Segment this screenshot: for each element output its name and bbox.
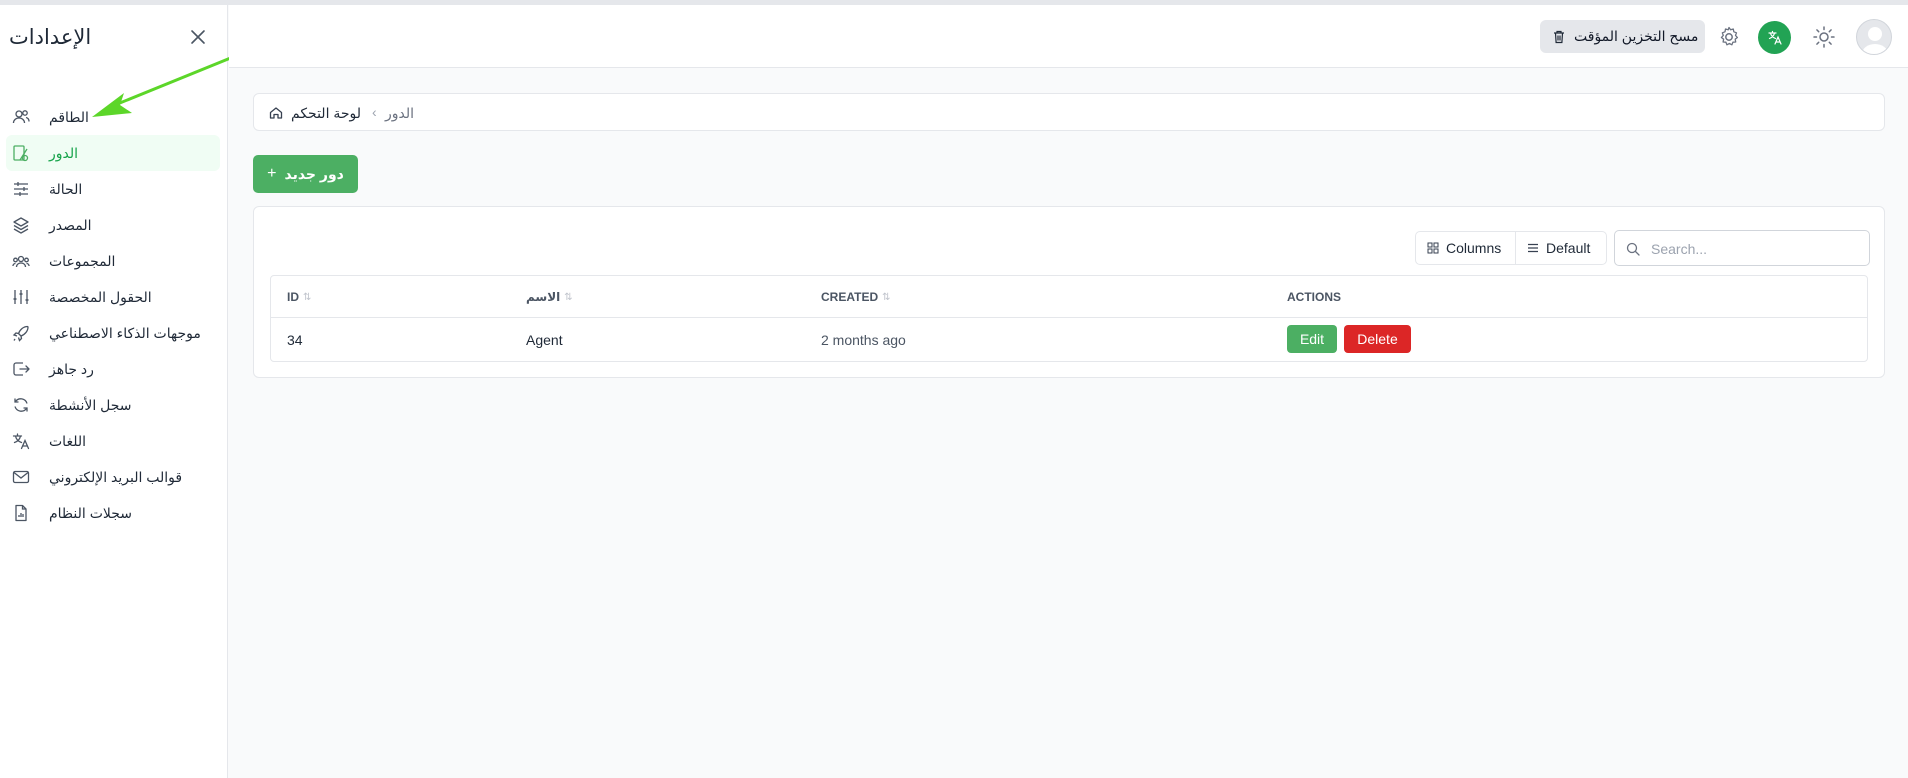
density-default-button[interactable]: Default <box>1515 231 1607 265</box>
delete-button[interactable]: Delete <box>1344 325 1411 353</box>
default-label: Default <box>1546 240 1591 256</box>
new-role-button[interactable]: + دور جديد <box>253 155 358 193</box>
table-header: ID ⇅ الاسم ⇅ CREATED ⇅ ACTIONS <box>271 276 1867 318</box>
clear-cache-label: مسح التخزين المؤقت <box>1574 28 1699 44</box>
search-input[interactable] <box>1651 239 1861 259</box>
column-header-name-label: الاسم <box>526 290 561 304</box>
sort-icon: ⇅ <box>303 291 312 303</box>
sidebar-item-label: اللغات <box>49 433 86 449</box>
sidebar-item-label: رد جاهز <box>49 361 94 377</box>
columns-label: Columns <box>1446 240 1502 256</box>
chevron-right-icon: ‹ <box>372 104 377 120</box>
column-header-actions-label: ACTIONS <box>1287 290 1341 304</box>
sidebar-item-label: موجهات الذكاء الاصطناعي <box>49 325 201 341</box>
clear-cache-button[interactable]: مسح التخزين المؤقت <box>1540 20 1705 53</box>
search-box <box>1614 230 1870 266</box>
settings-sidebar: الإعدادات الطاقم الدور الحالة المصدر المجموع… <box>0 5 228 778</box>
roles-card: Columns Default ID⇅ الاسم⇅ CREATED⇅ ACTI… <box>253 206 1885 378</box>
column-header-id[interactable]: ID ⇅ <box>287 290 311 304</box>
group-icon <box>12 255 30 268</box>
sidebar-item[interactable]: سجلات النظام <box>6 495 220 531</box>
avatar[interactable] <box>1856 19 1892 55</box>
adjustments-icon <box>13 290 29 304</box>
home-icon[interactable] <box>268 105 284 121</box>
sidebar-item[interactable]: سجل الأنشطة <box>6 387 220 423</box>
file-icon <box>15 504 27 522</box>
sidebar-item-label: المجموعات <box>49 253 116 269</box>
column-header-actions: ACTIONS <box>1287 290 1341 304</box>
sidebar-item[interactable]: رد جاهز <box>6 351 220 387</box>
topbar: مسح التخزين المؤقت <box>229 5 1908 68</box>
trash-icon <box>1554 30 1564 43</box>
role-icon <box>13 145 29 162</box>
breadcrumb-current: الدور <box>385 105 415 121</box>
sidebar-nav: الطاقم الدور الحالة المصدر المجموعات الحقول ا… <box>6 99 220 531</box>
grid-icon <box>1427 242 1439 254</box>
table-row: 34 Agent 2 months ago Edit Delete <box>271 318 1867 361</box>
sidebar-item-label: سجلات النظام <box>49 505 132 521</box>
search-icon <box>1626 242 1640 256</box>
cell-name: Agent <box>526 332 563 348</box>
columns-button[interactable]: Columns <box>1415 231 1516 265</box>
plus-icon: + <box>267 165 277 182</box>
sidebar-item[interactable]: المصدر <box>6 207 220 243</box>
close-icon[interactable] <box>188 27 208 47</box>
sidebar-item[interactable]: الطاقم <box>6 99 220 135</box>
sliders-icon <box>14 182 28 196</box>
breadcrumb-dashboard-link[interactable]: لوحة التحكم <box>291 105 361 122</box>
sidebar-item-label: الطاقم <box>49 109 89 125</box>
column-header-name[interactable]: الاسم ⇅ <box>526 290 573 304</box>
cell-created: 2 months ago <box>821 332 906 348</box>
translate-icon <box>12 433 30 450</box>
column-header-id-label: ID <box>287 290 299 304</box>
new-role-label: دور جديد <box>284 165 344 182</box>
roles-table: ID ⇅ الاسم ⇅ CREATED ⇅ ACTIONS 34 Agent 2 m… <box>270 275 1868 362</box>
sidebar-item-label: الحقول المخصصة <box>49 289 152 305</box>
sidebar-item-label: المصدر <box>49 217 92 233</box>
sidebar-item-label: قوالب البريد الإلكتروني <box>49 469 183 485</box>
cell-id: 34 <box>287 332 303 348</box>
reply-icon <box>13 362 30 376</box>
refresh-icon <box>14 398 28 412</box>
sidebar-item[interactable]: قوالب البريد الإلكتروني <box>6 459 220 495</box>
sidebar-item[interactable]: المجموعات <box>6 243 220 279</box>
breadcrumb: لوحة التحكم ‹ الدور <box>253 93 1885 131</box>
column-header-created[interactable]: CREATED ⇅ <box>821 290 891 304</box>
sort-icon: ⇅ <box>564 291 573 303</box>
layers-icon <box>13 217 29 234</box>
translate-icon <box>1767 30 1782 45</box>
sidebar-item[interactable]: اللغات <box>6 423 220 459</box>
menu-icon <box>1528 243 1538 253</box>
sidebar-header: الإعدادات <box>0 5 228 69</box>
gear-icon[interactable] <box>1717 25 1741 49</box>
sidebar-item-label: الدور <box>49 145 79 161</box>
edit-button[interactable]: Edit <box>1287 325 1337 353</box>
sidebar-item-label: الحالة <box>49 181 83 197</box>
sidebar-item[interactable]: الدور <box>6 135 220 171</box>
rocket-icon <box>12 325 29 342</box>
mail-icon <box>12 470 30 484</box>
sidebar-item-label: سجل الأنشطة <box>49 397 132 413</box>
language-button[interactable] <box>1758 21 1791 54</box>
users-icon <box>12 110 30 124</box>
sidebar-title: الإعدادات <box>9 26 92 49</box>
sun-icon[interactable] <box>1812 25 1836 49</box>
sort-icon: ⇅ <box>882 291 891 303</box>
sidebar-item[interactable]: الحالة <box>6 171 220 207</box>
sidebar-item[interactable]: موجهات الذكاء الاصطناعي <box>6 315 220 351</box>
column-header-created-label: CREATED <box>821 290 879 304</box>
sidebar-item[interactable]: الحقول المخصصة <box>6 279 220 315</box>
